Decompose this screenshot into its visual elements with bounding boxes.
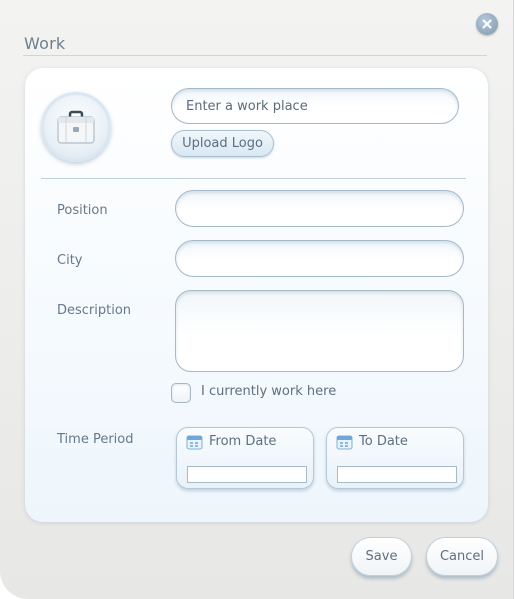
calendar-icon bbox=[186, 435, 203, 450]
position-label: Position bbox=[57, 203, 108, 218]
currently-work-label: I currently work here bbox=[201, 384, 337, 399]
upload-logo-button[interactable]: Upload Logo bbox=[171, 130, 274, 157]
city-input[interactable] bbox=[175, 240, 464, 277]
title-divider bbox=[23, 55, 487, 56]
to-date-label: To Date bbox=[359, 434, 408, 449]
calendar-icon bbox=[336, 435, 353, 450]
position-input[interactable] bbox=[175, 190, 464, 227]
dialog-title: Work bbox=[24, 34, 66, 53]
description-textarea[interactable] bbox=[175, 290, 464, 372]
section-divider bbox=[41, 178, 466, 179]
to-date-input[interactable] bbox=[337, 466, 457, 483]
city-label: City bbox=[57, 253, 83, 268]
work-dialog: Work Upload Logo Position City Descripti… bbox=[0, 0, 514, 599]
workplace-logo bbox=[41, 92, 111, 162]
close-button[interactable] bbox=[476, 13, 498, 35]
cancel-button[interactable]: Cancel bbox=[426, 537, 498, 576]
from-date-input[interactable] bbox=[187, 466, 307, 483]
save-button[interactable]: Save bbox=[351, 537, 412, 576]
briefcase-icon bbox=[57, 110, 95, 144]
from-date-picker[interactable]: From Date bbox=[176, 427, 314, 489]
from-date-label: From Date bbox=[209, 434, 277, 449]
currently-work-checkbox[interactable] bbox=[171, 383, 191, 403]
workplace-input[interactable] bbox=[171, 88, 459, 124]
close-icon bbox=[482, 19, 492, 29]
time-period-label: Time Period bbox=[57, 432, 134, 447]
description-label: Description bbox=[57, 303, 132, 318]
to-date-picker[interactable]: To Date bbox=[326, 427, 464, 489]
